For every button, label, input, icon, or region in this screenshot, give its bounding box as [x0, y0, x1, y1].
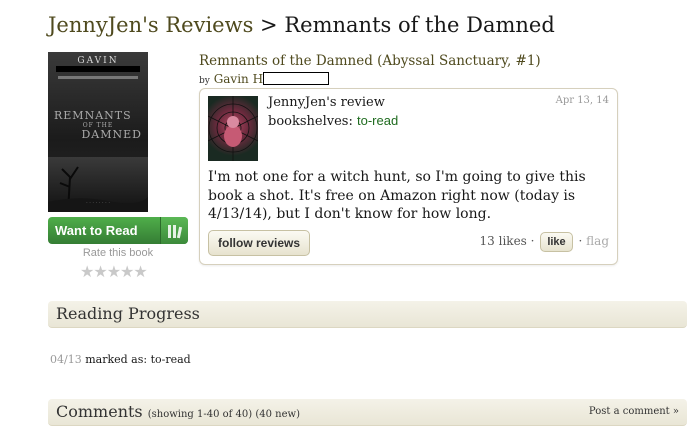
cover-footer-text: · · · · · · · · [86, 200, 110, 206]
reading-progress-header: Reading Progress [48, 301, 687, 328]
comments-count: (showing 1-40 of 40) (40 new) [147, 409, 300, 420]
reading-progress-heading: Reading Progress [56, 304, 200, 323]
cover-redaction [56, 66, 140, 72]
review-date[interactable]: Apr 13, 14 [556, 95, 609, 106]
reviewer-name-link[interactable]: JennyJen's review [268, 95, 385, 110]
cover-divider [58, 76, 138, 79]
bookshelves: bookshelves: to-read [268, 113, 398, 129]
post-comment-link[interactable]: Post a comment » [589, 406, 679, 417]
flag-link[interactable]: flag [586, 234, 609, 248]
follow-reviews-button[interactable]: follow reviews [208, 230, 311, 256]
want-to-read-button[interactable]: Want to Read [48, 217, 188, 244]
book-cover[interactable]: GAVIN REMNANTS OF THE DAMNED · · · · · ·… [48, 52, 148, 212]
breadcrumb-separator: > [260, 13, 278, 37]
shelf-menu-icon[interactable] [160, 217, 188, 244]
progress-status: marked as: to-read [85, 353, 191, 366]
cover-title-line3: DAMNED [81, 128, 142, 141]
reviewer-avatar[interactable] [208, 96, 258, 161]
comments-heading-wrap: Comments (showing 1-40 of 40) (40 new) [56, 402, 300, 421]
breadcrumb-book-title: Remnants of the Damned [284, 13, 555, 37]
likes-separator: · [530, 234, 535, 248]
likes-count[interactable]: 13 likes [480, 234, 527, 248]
author-redaction [263, 72, 330, 85]
cover-author: GAVIN [77, 56, 119, 66]
book-byline: by Gavin H [199, 72, 330, 86]
shelf-tag-to-read[interactable]: to-read [357, 113, 398, 128]
progress-date: 04/13 [50, 353, 82, 366]
cover-title-line1: REMNANTS [54, 109, 132, 122]
cover-title: REMNANTS OF THE DAMNED [54, 110, 142, 141]
author-link[interactable]: Gavin H [214, 72, 263, 86]
comments-header: Comments (showing 1-40 of 40) (40 new) P… [48, 399, 687, 426]
review-text: I'm not one for a witch hunt, so I'm goi… [208, 169, 586, 222]
breadcrumb: JennyJen's Reviews > Remnants of the Dam… [48, 13, 555, 37]
bookshelves-label: bookshelves: [268, 114, 353, 129]
book-title-link[interactable]: Remnants of the Damned (Abyssal Sanctuar… [199, 53, 541, 69]
spiderweb-avatar-icon [208, 96, 258, 161]
want-to-read-label: Want to Read [55, 223, 138, 238]
flag-separator: · [578, 234, 583, 248]
likes-area: 13 likes · like · flag [480, 230, 609, 252]
comments-heading: Comments [56, 402, 143, 421]
review-card: JennyJen's review bookshelves: to-read A… [199, 88, 618, 265]
by-label: by [199, 76, 210, 86]
star-rating-widget[interactable]: ★★★★★ [80, 262, 148, 281]
breadcrumb-site-link[interactable]: JennyJen's Reviews [48, 13, 253, 37]
like-button[interactable]: like [540, 232, 573, 252]
progress-entry: 04/13 marked as: to-read [50, 353, 191, 366]
rate-label: Rate this book [82, 247, 154, 259]
